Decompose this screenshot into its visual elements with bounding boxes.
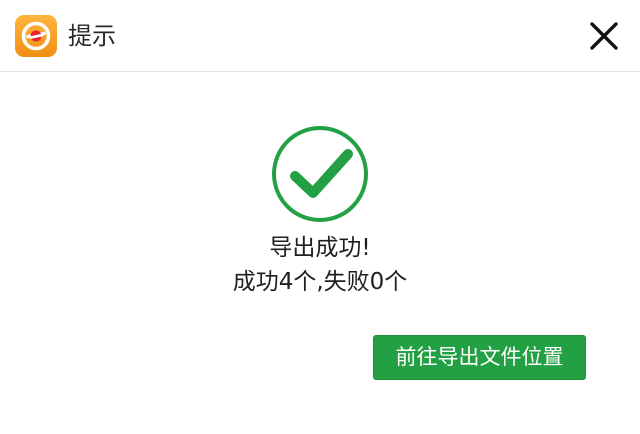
- close-button[interactable]: [584, 16, 624, 56]
- open-export-location-button[interactable]: 前往导出文件位置: [373, 335, 586, 380]
- dialog-title: 提示: [68, 22, 116, 50]
- result-summary: 成功4个,失败0个: [232, 269, 408, 295]
- success-check-icon: [270, 124, 370, 224]
- app-logo-icon: [15, 15, 57, 57]
- close-icon: [590, 22, 618, 50]
- export-result-dialog: 提示 导出成功! 成功4个,失败0个 前往导出文件位置: [0, 0, 640, 434]
- dialog-titlebar: 提示: [0, 0, 640, 72]
- success-message: 导出成功!: [269, 235, 371, 261]
